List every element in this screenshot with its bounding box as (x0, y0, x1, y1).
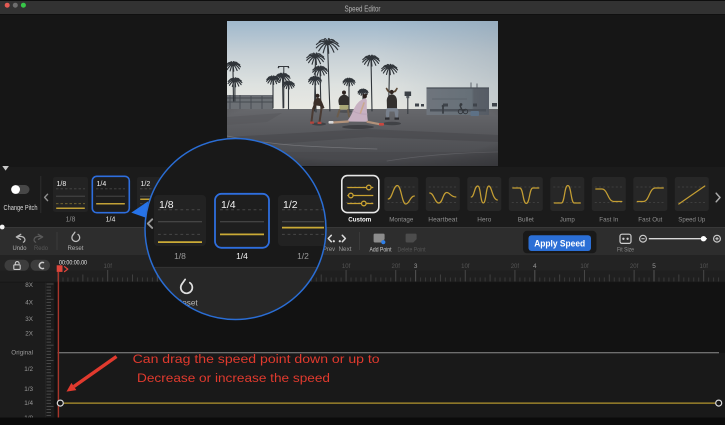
svg-text:Jump: Jump (560, 217, 575, 224)
svg-text:Reset: Reset (68, 245, 84, 252)
svg-text:1/4: 1/4 (236, 251, 248, 261)
svg-text:8X: 8X (25, 282, 34, 289)
svg-text:Bullet: Bullet (518, 217, 534, 224)
svg-text:10f: 10f (700, 264, 709, 270)
svg-text:Heartbeat: Heartbeat (428, 217, 457, 224)
svg-text:Add Point: Add Point (370, 247, 392, 254)
svg-text:Hero: Hero (477, 217, 491, 224)
svg-text:1/8: 1/8 (159, 199, 174, 211)
svg-text:Change Pitch: Change Pitch (4, 203, 38, 212)
svg-text:1/4: 1/4 (221, 199, 236, 211)
svg-text:Apply Speed: Apply Speed (534, 239, 585, 249)
svg-text:1/2: 1/2 (283, 199, 298, 211)
svg-text:Original: Original (11, 349, 33, 356)
svg-text:Fast In: Fast In (599, 217, 618, 224)
svg-text:Undo: Undo (13, 245, 27, 252)
svg-text:10f: 10f (580, 264, 589, 270)
svg-text:4X: 4X (25, 299, 34, 306)
svg-text:Next: Next (339, 246, 352, 253)
svg-text:Can drag the speed point down: Can drag the speed point down or up to (133, 352, 380, 366)
svg-text:Fast Out: Fast Out (638, 217, 662, 224)
svg-text:00:00:00.00: 00:00:00.00 (59, 259, 87, 266)
svg-text:1/4: 1/4 (24, 400, 33, 407)
svg-text:Redo: Redo (34, 245, 48, 252)
svg-text:1/2: 1/2 (24, 366, 33, 373)
svg-text:1/2: 1/2 (141, 181, 151, 188)
svg-text:5: 5 (652, 263, 656, 270)
svg-text:10f: 10f (342, 264, 351, 270)
svg-text:1/3: 1/3 (24, 386, 33, 393)
svg-text:1/8: 1/8 (174, 251, 186, 261)
svg-text:Decrease or increase the speed: Decrease or increase the speed (137, 371, 330, 385)
svg-text:10f: 10f (104, 264, 113, 270)
svg-text:20f: 20f (392, 264, 401, 270)
svg-text:1/8: 1/8 (66, 217, 76, 224)
svg-text:1/8: 1/8 (57, 181, 67, 188)
svg-text:3: 3 (414, 263, 418, 270)
svg-text:Speed Editor: Speed Editor (345, 4, 381, 14)
svg-text:20f: 20f (511, 264, 520, 270)
svg-text:10f: 10f (461, 264, 470, 270)
svg-text:1/2: 1/2 (297, 251, 309, 261)
svg-text:3X: 3X (25, 316, 34, 323)
svg-text:Custom: Custom (348, 217, 371, 224)
svg-text:4: 4 (533, 263, 537, 270)
svg-text:2X: 2X (25, 330, 34, 337)
svg-text:1/4: 1/4 (97, 181, 107, 188)
svg-text:1/4: 1/4 (106, 217, 116, 224)
svg-text:Delete Point: Delete Point (398, 247, 426, 254)
svg-text:Speed Up: Speed Up (678, 217, 705, 224)
svg-text:Montage: Montage (389, 217, 413, 224)
svg-text:20f: 20f (630, 264, 639, 270)
svg-text:Fit Size: Fit Size (617, 247, 634, 254)
